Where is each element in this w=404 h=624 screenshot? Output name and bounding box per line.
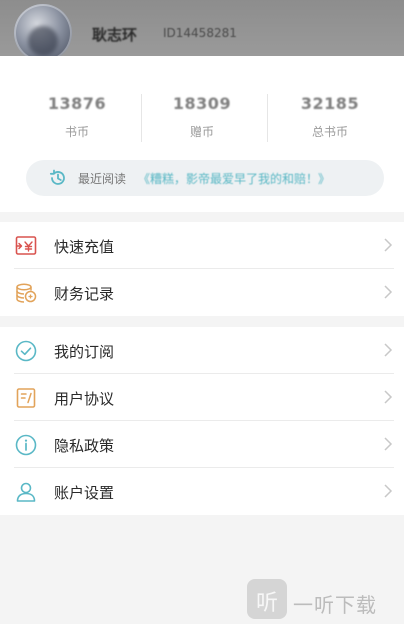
menu-label: 我的订阅: [54, 343, 115, 361]
menu-item-subscriptions[interactable]: 我的订阅: [0, 327, 404, 374]
stat-book-coins-value: 13876: [47, 94, 107, 113]
menu-item-user-agreement[interactable]: 用户协议: [0, 374, 404, 421]
menu-label: 财务记录: [54, 285, 115, 303]
stats-card: 13876 书币 18309 赠币 32185 总书币 最近阅读 《糟糕，影帝最…: [0, 56, 404, 212]
menu-label: 账户设置: [54, 484, 115, 502]
recharge-icon: [15, 236, 37, 255]
stat-book-coins[interactable]: 13876 书币: [17, 94, 137, 140]
divider: [267, 94, 268, 142]
stat-total-coins-label: 总书币: [311, 125, 348, 139]
chevron-right-icon: [384, 484, 393, 498]
chevron-right-icon: [384, 238, 393, 252]
finance-coins-icon: [16, 283, 37, 303]
menu-item-recharge[interactable]: 快速充值: [0, 222, 404, 269]
menu-item-privacy-policy[interactable]: 隐私政策: [0, 421, 404, 468]
stat-total-coins[interactable]: 32185 总书币: [270, 94, 390, 140]
menu-group-account: 我的订阅 用户协议 隐私政策 账户设置: [0, 327, 404, 515]
watermark-text: 一听下载: [293, 593, 377, 617]
stat-book-coins-label: 书币: [64, 125, 89, 139]
chevron-right-icon: [384, 285, 393, 299]
stat-total-coins-value: 32185: [300, 94, 360, 113]
menu-group-finance: 快速充值 财务记录: [0, 222, 404, 316]
chevron-right-icon: [384, 437, 393, 451]
menu-item-finance-records[interactable]: 财务记录: [0, 269, 404, 316]
profile-header: 耿志环 ID14458281: [0, 0, 404, 62]
chevron-right-icon: [384, 390, 393, 404]
history-clock-icon: [49, 169, 65, 185]
menu-label: 隐私政策: [54, 437, 115, 455]
recent-book-title[interactable]: 《糟糕，影帝最爱早了我的和赔！》: [138, 170, 330, 187]
recent-reading-bar[interactable]: 最近阅读 《糟糕，影帝最爱早了我的和赔！》: [26, 160, 384, 196]
watermark-logo-glyph: 听: [256, 591, 279, 616]
recent-reading-label: 最近阅读: [78, 172, 127, 186]
menu-label: 用户协议: [54, 390, 115, 408]
stat-gift-coins-value: 18309: [172, 94, 232, 113]
menu-label: 快速充值: [54, 238, 115, 256]
chevron-right-icon: [384, 343, 393, 357]
user-id: ID14458281: [163, 26, 237, 40]
info-icon: [15, 434, 37, 456]
username: 耿志环: [92, 26, 138, 44]
user-icon: [16, 482, 36, 502]
menu-item-account-settings[interactable]: 账户设置: [0, 468, 404, 515]
stat-gift-coins-label: 赠币: [189, 125, 214, 139]
stat-gift-coins[interactable]: 18309 赠币: [142, 94, 262, 140]
watermark-logo-icon: 听: [247, 579, 287, 619]
agreement-doc-icon: [16, 388, 36, 408]
avatar[interactable]: [14, 4, 72, 62]
subscription-check-icon: [15, 340, 37, 362]
